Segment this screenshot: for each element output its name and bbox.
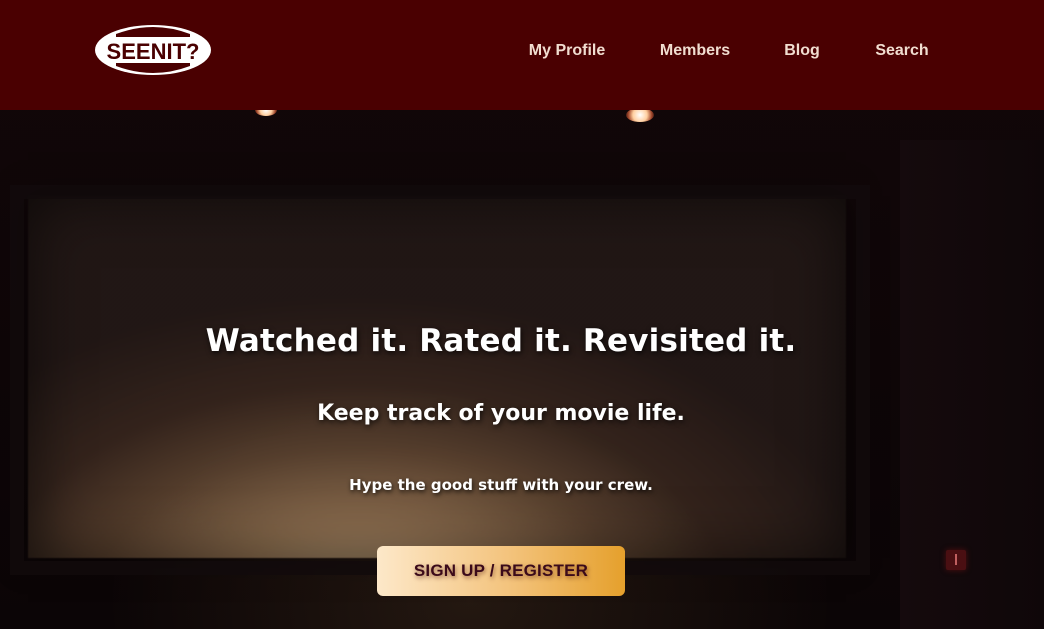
- hero-tagline: Hype the good stuff with your crew.: [349, 476, 653, 494]
- svg-text:SEENIT?: SEENIT?: [107, 39, 200, 64]
- nav-members[interactable]: Members: [624, 40, 766, 64]
- site-logo[interactable]: SEENIT?: [94, 24, 212, 76]
- main-nav: My Profile Members Blog Search: [510, 40, 966, 64]
- site-header: SEENIT? My Profile Members Blog Search: [0, 0, 1044, 110]
- sign-up-register-button[interactable]: SIGN UP / REGISTER: [377, 546, 625, 596]
- nav-blog[interactable]: Blog: [766, 40, 838, 64]
- hero-subheadline: Keep track of your movie life.: [317, 401, 685, 426]
- seenit-logo-icon: SEENIT?: [95, 25, 211, 75]
- hero-headline: Watched it. Rated it. Revisited it.: [205, 323, 797, 359]
- nav-search[interactable]: Search: [838, 40, 966, 64]
- nav-my-profile[interactable]: My Profile: [510, 40, 624, 64]
